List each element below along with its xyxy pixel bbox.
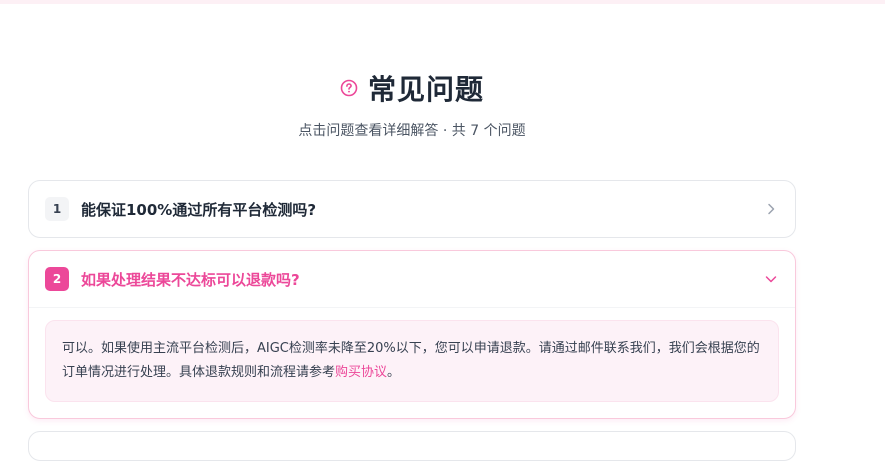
faq-item: 2 如果处理结果不达标可以退款吗? 可以。如果使用主流平台检测后，AIGC检测率…	[28, 250, 796, 419]
question-circle-icon	[340, 79, 358, 97]
faq-question-toggle[interactable]: 1 能保证100%通过所有平台检测吗?	[29, 181, 795, 237]
faq-answer-panel: 可以。如果使用主流平台检测后，AIGC检测率未降至20%以下，您可以申请退款。请…	[29, 307, 795, 418]
answer-end: 。	[387, 365, 401, 380]
question-number-badge: 1	[45, 197, 69, 221]
question-number-badge: 2	[45, 267, 69, 291]
answer-box: 可以。如果使用主流平台检测后，AIGC检测率未降至20%以下，您可以申请退款。请…	[45, 320, 779, 402]
title-row: 常见问题	[0, 68, 824, 108]
answer-text: 可以。如果使用主流平台检测后，AIGC检测率未降至20%以下，您可以申请退款。请…	[62, 341, 760, 380]
chevron-down-icon[interactable]	[763, 271, 779, 287]
question-text: 能保证100%通过所有平台检测吗?	[81, 200, 317, 219]
chevron-right-icon[interactable]	[763, 201, 779, 217]
top-strip	[0, 0, 885, 4]
page-subtitle: 点击问题查看详细解答 · 共 7 个问题	[298, 123, 526, 139]
faq-header: 常见问题 点击问题查看详细解答 · 共 7 个问题	[0, 68, 824, 140]
page-title: 常见问题	[367, 73, 484, 106]
question-text: 如果处理结果不达标可以退款吗?	[81, 270, 300, 289]
faq-list: 1 能保证100%通过所有平台检测吗? 2 如果处理结果不达标可以退款吗? 可以…	[28, 180, 796, 473]
faq-item: 1 能保证100%通过所有平台检测吗?	[28, 180, 796, 238]
purchase-agreement-link[interactable]: 购买协议	[335, 365, 387, 380]
faq-item[interactable]	[28, 431, 796, 461]
faq-question-toggle[interactable]: 2 如果处理结果不达标可以退款吗?	[29, 251, 795, 307]
